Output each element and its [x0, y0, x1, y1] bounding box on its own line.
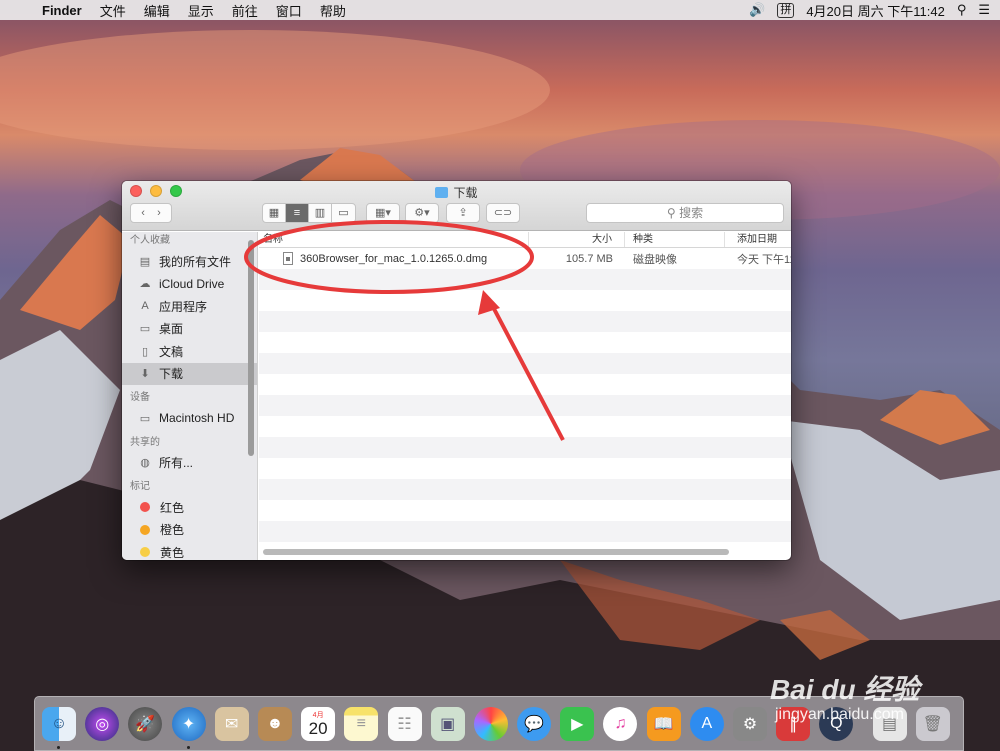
preview-icon[interactable]: ▣ — [430, 706, 465, 741]
calendar-day: 20 — [308, 719, 328, 738]
siri-icon[interactable]: ◎ — [85, 706, 120, 741]
reminders-icon[interactable]: ☷ — [387, 706, 422, 741]
highlight-ellipse — [244, 220, 534, 294]
calendar-icon[interactable]: 4月 20 — [301, 706, 336, 741]
mail-icon[interactable]: ✉ — [214, 706, 249, 741]
pointer-arrow-shaft — [490, 304, 565, 441]
ibooks-icon[interactable]: 📖 — [646, 706, 681, 741]
messages-icon[interactable]: 💬 — [517, 706, 552, 741]
running-indicator — [186, 745, 190, 749]
contacts-icon[interactable]: ☻ — [257, 706, 292, 741]
launchpad-icon[interactable]: 🚀 — [128, 706, 163, 741]
appstore-icon[interactable]: A — [689, 706, 724, 741]
trash-icon[interactable]: 🗑 — [915, 706, 950, 741]
baidu-watermark-url: jingyan.baidu.com — [775, 706, 904, 723]
finder-icon[interactable]: ☺ — [42, 706, 76, 749]
itunes-icon[interactable]: ♫ — [603, 706, 638, 741]
safari-icon[interactable]: ✦ — [171, 706, 206, 749]
running-indicator — [57, 745, 60, 749]
facetime-icon[interactable]: ▶ — [560, 706, 595, 741]
red-annotation — [244, 220, 565, 441]
baidu-watermark: Bai du 经验 — [770, 674, 920, 705]
photos-icon[interactable] — [473, 706, 508, 741]
system-preferences-icon[interactable]: ⚙ — [733, 706, 767, 741]
notes-icon[interactable]: ≡ — [344, 706, 379, 741]
